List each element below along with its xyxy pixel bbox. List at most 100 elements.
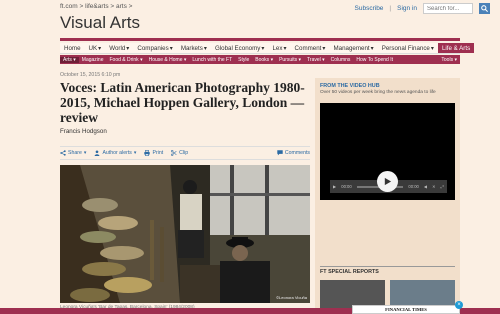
video-hub-subtitle: Over 50 videos per week bring the news a…: [320, 90, 436, 95]
print-label: Print: [152, 150, 164, 156]
nav-item-global-economy[interactable]: Global Economy ▾: [211, 43, 269, 53]
subnav-item-label: Pursuits: [279, 56, 298, 63]
chevron-down-icon: ▾: [283, 44, 287, 52]
subnav-item-columns[interactable]: Columns: [328, 57, 354, 63]
subnav-item-label: Travel: [307, 56, 321, 63]
chevron-down-icon: ▾: [322, 44, 326, 52]
chevron-down-icon: ▾: [169, 44, 173, 52]
bar-scene-image: [60, 165, 310, 303]
comments-label: Comments: [284, 150, 310, 156]
section-title[interactable]: Visual Arts: [60, 13, 140, 33]
comment-icon: [277, 150, 283, 156]
chevron-down-icon: ▾: [98, 44, 102, 52]
subnav-item-label: Tools: [441, 56, 454, 63]
play-icon: [384, 177, 392, 186]
right-column: FROM THE VIDEO HUB Over 50 videos per we…: [315, 78, 460, 314]
article-headline: Voces: Latin American Photography 1980-2…: [60, 80, 305, 125]
play-button[interactable]: [377, 171, 398, 192]
video-time-elapsed: 00:00: [341, 184, 352, 189]
article-toolbar: Share ▾ Author alerts ▾ Print Clip Comment…: [60, 146, 310, 160]
nav-item-world[interactable]: World ▾: [105, 43, 133, 53]
search-input[interactable]: [423, 3, 473, 14]
author-alerts-label: Author alerts: [102, 150, 132, 156]
subnav-item-arts[interactable]: Arts ▾: [60, 56, 79, 63]
nav-item-label: Global Economy: [214, 44, 261, 52]
chevron-down-icon: ▾: [370, 44, 374, 52]
nav-item-label: Companies: [137, 44, 169, 52]
search-icon: [481, 5, 488, 12]
subnav-item-label: Arts: [63, 56, 72, 63]
subnav-item-books[interactable]: Books ▾: [252, 57, 276, 63]
top-links: Subscribe | Sign in: [355, 3, 490, 14]
section-rule: [60, 38, 460, 41]
nav-item-home[interactable]: Home: [60, 43, 85, 53]
nav-item-life-arts[interactable]: Life & Arts: [437, 43, 475, 53]
special-reports-title[interactable]: FT SPECIAL REPORTS: [320, 269, 379, 275]
nav-item-label: Markets: [180, 44, 203, 52]
chevron-down-icon: ▾: [133, 150, 137, 156]
subnav-item-style[interactable]: Style: [235, 57, 252, 63]
photo-credit: ©Leonora Vicuña: [276, 295, 307, 300]
clip-button[interactable]: Clip: [171, 150, 188, 156]
share-button[interactable]: Share ▾: [60, 150, 86, 156]
chevron-down-icon: ▾: [126, 44, 130, 52]
author-alerts-button[interactable]: Author alerts ▾: [94, 150, 136, 156]
chevron-down-icon: ▾: [83, 150, 87, 156]
comments-button[interactable]: Comments: [277, 150, 310, 156]
top-separator: |: [389, 5, 392, 12]
chevron-down-icon: ▾: [298, 56, 302, 63]
advert-banner[interactable]: FINANCIAL TIMES: [352, 305, 460, 314]
article-date: October 15, 2015 6:10 pm: [60, 72, 121, 78]
chevron-down-icon: ▾: [183, 56, 187, 63]
nav-item-uk[interactable]: UK ▾: [85, 43, 106, 53]
close-icon[interactable]: ×: [455, 301, 463, 309]
subnav-item-label: Food & Drink: [109, 56, 139, 63]
subnav-item-magazine[interactable]: Magazine: [79, 57, 107, 63]
nav-item-label: World: [109, 44, 126, 52]
print-icon: [144, 150, 151, 156]
nav-item-markets[interactable]: Markets ▾: [177, 43, 211, 53]
main-nav: Home UK ▾ World ▾ Companies ▾ Markets ▾ Glob…: [60, 43, 475, 54]
expand-icon[interactable]: ⤢: [441, 184, 444, 189]
breadcrumb[interactable]: ft.com > life&arts > arts >: [60, 3, 132, 10]
chevron-down-icon: ▾: [203, 44, 207, 52]
signin-link[interactable]: Sign in: [397, 5, 417, 12]
divider: [320, 266, 455, 267]
scissors-icon: [171, 150, 177, 156]
print-button[interactable]: Print: [144, 150, 163, 156]
subnav-item-lunch[interactable]: Lunch with the FT: [189, 57, 235, 63]
nav-item-label: UK: [88, 44, 98, 52]
fullscreen-icon[interactable]: ✕: [432, 184, 436, 189]
chevron-down-icon: ▾: [73, 56, 76, 63]
article-photo: ©Leonora Vicuña: [60, 165, 310, 303]
nav-item-comment[interactable]: Comment ▾: [291, 43, 330, 53]
video-time-total: 00:00: [408, 184, 419, 189]
article-author[interactable]: Francis Hodgson: [60, 128, 107, 135]
nav-item-label: Management: [333, 44, 370, 52]
subnav-item-food-drink[interactable]: Food & Drink ▾: [106, 57, 145, 63]
subnav-item-pursuits[interactable]: Pursuits ▾: [276, 57, 304, 63]
video-hub-title[interactable]: FROM THE VIDEO HUB: [320, 83, 380, 89]
share-label: Share: [68, 150, 82, 156]
subnav-item-label: Books: [255, 56, 270, 63]
subnav-item-tools[interactable]: Tools ▾: [438, 57, 460, 63]
search-button[interactable]: [479, 3, 490, 14]
nav-item-companies[interactable]: Companies ▾: [133, 43, 176, 53]
play-small-icon[interactable]: ▶: [333, 184, 336, 189]
nav-item-lex[interactable]: Lex ▾: [268, 43, 290, 53]
subnav-item-label: House & Home: [148, 56, 183, 63]
subscribe-link[interactable]: Subscribe: [355, 5, 384, 12]
nav-item-management[interactable]: Management ▾: [329, 43, 377, 53]
subnav-item-how-to-spend-it[interactable]: How To Spend It: [353, 57, 396, 63]
person-icon: [95, 150, 100, 156]
nav-item-label: Lex: [272, 44, 283, 52]
subnav-item-house-home[interactable]: House & Home ▾: [146, 57, 190, 63]
subnav-item-travel[interactable]: Travel ▾: [304, 57, 328, 63]
share-icon: [60, 150, 66, 156]
nav-item-label: Comment: [294, 44, 322, 52]
chevron-down-icon: ▾: [140, 56, 143, 63]
volume-icon[interactable]: ◀: [424, 184, 427, 189]
chevron-down-icon: ▾: [454, 56, 457, 63]
nav-item-personal-finance[interactable]: Personal Finance ▾: [378, 43, 438, 53]
chevron-down-icon: ▾: [430, 44, 434, 52]
